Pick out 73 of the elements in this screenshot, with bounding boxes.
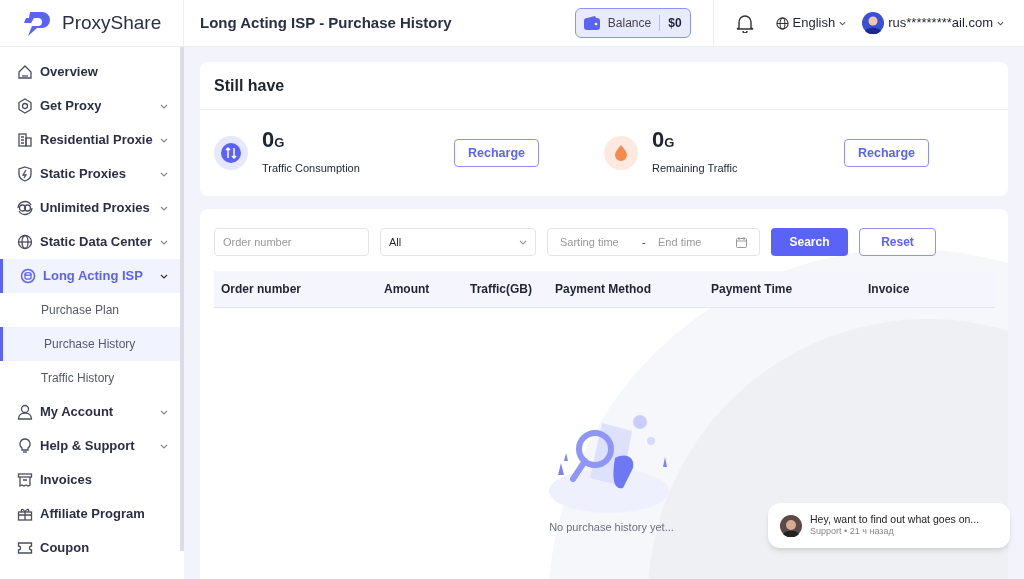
- sidebar-subitem[interactable]: Purchase History: [0, 327, 180, 361]
- sidebar-item[interactable]: Coupon: [0, 531, 180, 565]
- chevron-icon: [160, 205, 168, 211]
- sidebar-item[interactable]: Long Acting ISP: [0, 259, 180, 293]
- chevron-icon: [160, 409, 168, 415]
- wallet-icon: [583, 16, 600, 30]
- avatar-icon: [862, 12, 885, 34]
- menu-icon: [17, 234, 33, 250]
- drop-icon: [604, 136, 638, 170]
- reset-button[interactable]: Reset: [859, 228, 936, 256]
- chevron-icon: [160, 443, 168, 449]
- chevron-icon: [997, 20, 1004, 26]
- stat-label: Traffic Consumption: [262, 161, 361, 177]
- menu-icon: [17, 404, 33, 420]
- sidebar-item[interactable]: Static Proxies: [0, 157, 180, 191]
- sidebar-item[interactable]: Invoices: [0, 463, 180, 497]
- menu-icon: [17, 64, 33, 80]
- menu-icon: [17, 438, 33, 454]
- transfer-icon: [214, 136, 248, 170]
- sidebar-item[interactable]: Overview: [0, 55, 180, 89]
- language-selector[interactable]: English: [775, 13, 847, 33]
- menu-icon: [17, 472, 33, 488]
- search-button[interactable]: Search: [771, 228, 848, 256]
- recharge-button[interactable]: Recharge: [454, 139, 539, 167]
- chat-meta: Support • 21 ч назад: [810, 526, 895, 538]
- sidebar-subitem[interactable]: Purchase Plan: [0, 293, 180, 327]
- account-menu[interactable]: rus*********ail.com: [862, 12, 1004, 34]
- menu-icon: [17, 540, 33, 556]
- column-header: Traffic(GB): [470, 281, 533, 298]
- card-title: Still have: [214, 75, 285, 96]
- column-header: Order number: [220, 281, 302, 298]
- empty-state-text: No purchase history yet...: [549, 520, 674, 535]
- order-number-field[interactable]: Order number: [214, 228, 369, 256]
- column-header: Invoice: [868, 281, 911, 298]
- date-range-field[interactable]: Sarting time - End time: [547, 228, 760, 256]
- menu-icon: [17, 98, 33, 114]
- brand-name: ProxyShare: [62, 10, 162, 35]
- menu-icon: [17, 132, 33, 148]
- recharge-button[interactable]: Recharge: [844, 139, 929, 167]
- notification-bell-icon[interactable]: [735, 13, 754, 33]
- menu-icon: [17, 200, 33, 216]
- sidebar-item[interactable]: Get Proxy: [0, 89, 180, 123]
- page-title: Long Acting ISP - Purchase History: [200, 12, 452, 33]
- calendar-icon: [736, 236, 747, 248]
- avatar-icon: [780, 514, 802, 537]
- column-header: Payment Method: [555, 281, 652, 298]
- chevron-icon: [839, 20, 847, 26]
- menu-icon: [17, 506, 33, 522]
- sidebar-item[interactable]: Residential Proxie: [0, 123, 180, 157]
- stat-value: 0G: [262, 129, 286, 152]
- column-header: Amount: [384, 281, 431, 298]
- globe-icon: [775, 16, 789, 30]
- sidebar-item[interactable]: Static Data Center: [0, 225, 180, 259]
- chevron-icon: [160, 239, 168, 245]
- chat-message: Hey, want to find out what goes on...: [810, 513, 980, 527]
- sidebar-item[interactable]: Unlimited Proxies: [0, 191, 180, 225]
- chevron-icon: [160, 137, 168, 143]
- chevron-icon: [160, 171, 168, 177]
- chevron-icon: [519, 239, 527, 245]
- column-header: Payment Time: [711, 281, 794, 298]
- chat-popup[interactable]: Hey, want to find out what goes on... Support • 21 ч назад: [768, 503, 1010, 548]
- balance-button[interactable]: Balance $0: [574, 8, 691, 38]
- sidebar-item[interactable]: Affiliate Program: [0, 497, 180, 531]
- stat-label: Remaining Traffic: [652, 161, 739, 177]
- sidebar-subitem[interactable]: Traffic History: [0, 361, 180, 395]
- menu-icon: [20, 268, 36, 284]
- type-dropdown[interactable]: All: [380, 228, 536, 256]
- chevron-icon: [160, 273, 168, 279]
- sidebar-item[interactable]: My Account: [0, 395, 180, 429]
- menu-icon: [17, 166, 33, 182]
- sidebar-item[interactable]: Help & Support: [0, 429, 180, 463]
- stat-value: 0G: [652, 129, 676, 152]
- chevron-icon: [160, 103, 168, 109]
